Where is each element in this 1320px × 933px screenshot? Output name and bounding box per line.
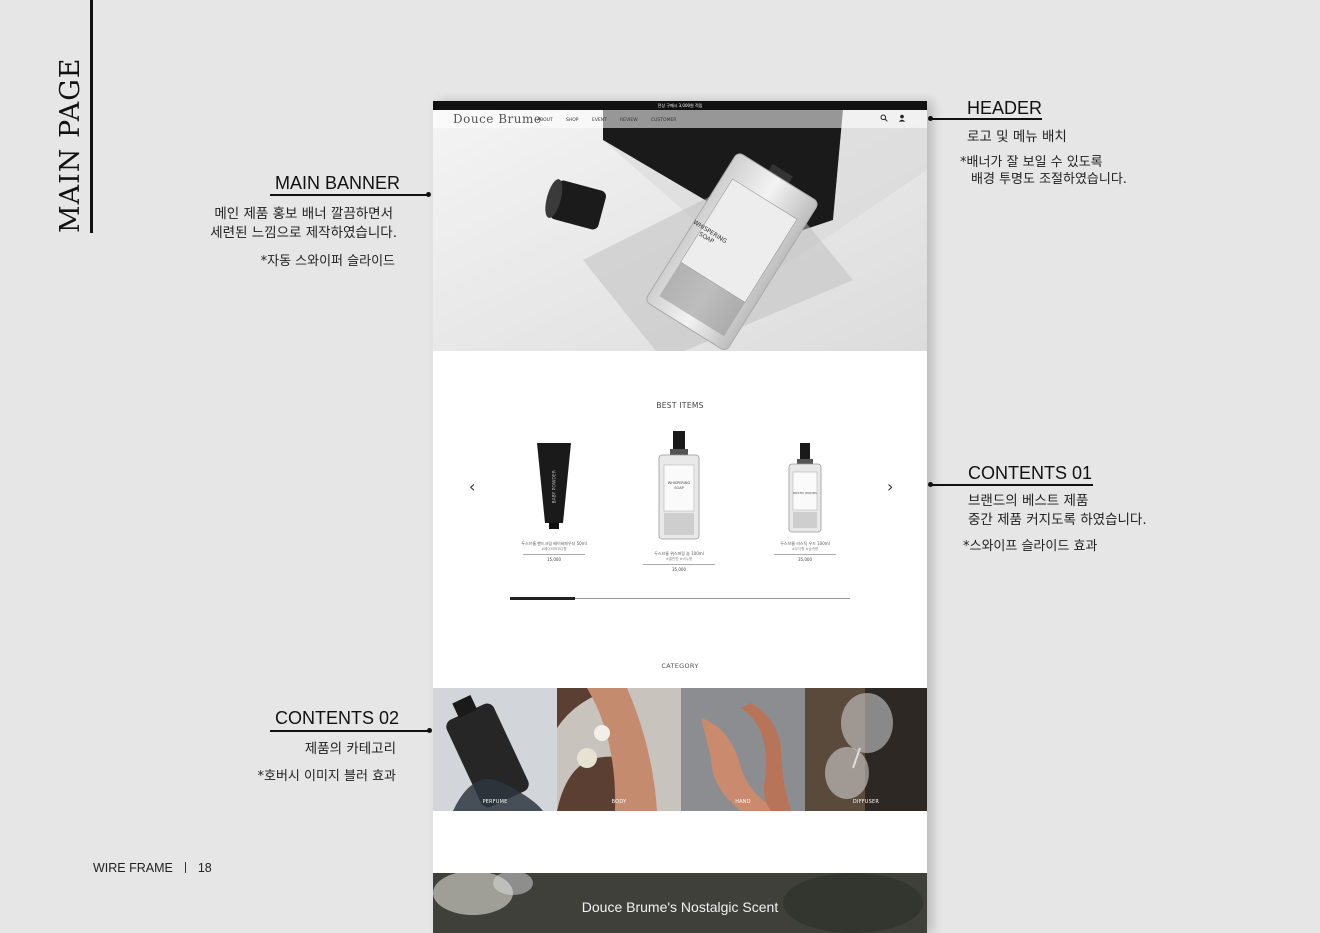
scent-title: Douce Brume's Nostalgic Scent — [581, 899, 779, 915]
annotation-contents-01-line — [930, 484, 1093, 486]
user-icon[interactable] — [898, 114, 906, 122]
annotation-contents-02-title: CONTENTS 02 — [275, 708, 400, 728]
footer: WIRE FRAME 18 — [93, 861, 212, 875]
nostalgic-scent-section: Douce Brume's Nostalgic Scent — [433, 873, 927, 933]
bottle-label: RUSTIC WOODS — [793, 491, 817, 495]
annotation-main-banner-line-2: 세련된 느낌으로 제작하였습니다. — [210, 225, 397, 241]
category-image-diffuser — [805, 688, 927, 811]
title-rule — [90, 0, 93, 233]
annotation-contents-02-line-1: 제품의 카테고리 — [304, 741, 396, 757]
category-title: CATEGORY — [661, 662, 699, 670]
banner-image — [433, 110, 927, 351]
top-notice-text: 전상 구매시 3,000원 적립 — [657, 103, 703, 108]
annotation-header-note-2: 배경 투명도 조절하였습니다. — [971, 172, 1127, 187]
page-title-text: MAIN PAGE — [55, 57, 86, 233]
product-divider — [523, 554, 585, 555]
slider-progress-fill — [510, 597, 575, 600]
page-title: MAIN PAGE — [55, 57, 86, 233]
annotation-main-banner-line — [270, 194, 428, 196]
category-tile-hand[interactable]: HAND — [681, 688, 805, 811]
prev-arrow-icon[interactable]: ‹ — [469, 479, 475, 495]
header-nav: Douce Brume ABOUT SHOP EVENT REVIEW CUST… — [433, 110, 927, 128]
product-card[interactable]: BABY POWDER 두스브룸 핸드크림 베이비파우더 50ml #베이비파우… — [509, 437, 599, 562]
nav-item-about[interactable]: ABOUT — [537, 118, 553, 123]
annotation-contents-01-title: CONTENTS 01 — [968, 463, 1093, 483]
product-card[interactable]: WHISPERING SOAP 두스브룸 위스퍼링 솝 100ml #클린한 #… — [633, 429, 725, 572]
annotation-header-title: HEADER — [967, 98, 1043, 118]
search-icon[interactable] — [880, 114, 888, 122]
category-label: BODY — [611, 799, 627, 805]
product-image-bottle — [788, 443, 822, 533]
category-label: HAND — [735, 799, 751, 805]
annotation-contents-02-line — [270, 730, 430, 732]
nav-item-review[interactable]: REVIEW — [620, 118, 638, 123]
nav-item-customer[interactable]: CUSTOMER — [651, 118, 676, 123]
annotation-main-banner-dot — [426, 192, 431, 197]
annotation-header-note-1: *배너가 잘 보일 수 있도록 — [960, 155, 1103, 170]
tube-label: BABY POWDER — [552, 470, 558, 504]
category-tile-diffuser[interactable]: DIFFUSER — [805, 688, 927, 811]
nav-item-shop[interactable]: SHOP — [566, 118, 579, 123]
product-card[interactable]: RUSTIC WOODS 두스브룸 러스틱 우즈 100ml #우디향 #숲속향… — [760, 441, 850, 562]
bottle-label: WHISPERING SOAP — [667, 481, 691, 490]
category-tile-perfume[interactable]: PERFUME — [433, 688, 557, 811]
product-tag: #클린한 #비누향 — [665, 557, 693, 561]
annotation-main-banner-title: MAIN BANNER — [275, 173, 401, 193]
product-divider — [643, 564, 715, 565]
next-arrow-icon[interactable]: › — [887, 479, 893, 495]
product-tag: #베이비파우더향 — [541, 547, 567, 551]
product-price: 35,000 — [798, 556, 812, 562]
annotation-contents-01-note: *스와이프 슬라이드 효과 — [963, 539, 1098, 554]
category-label: PERFUME — [482, 799, 508, 805]
category-image-perfume — [433, 688, 557, 811]
product-price: 35,000 — [672, 566, 686, 572]
category-tile-body[interactable]: BODY — [557, 688, 681, 811]
annotation-main-banner-note: *자동 스와이퍼 슬라이드 — [260, 254, 395, 269]
main-banner[interactable]: WHISPERING SOAP — [433, 110, 927, 351]
category-image-hand — [681, 688, 805, 811]
website-mockup: 전상 구매시 3,000원 적립 WHISPERING SOAP Douce B… — [433, 101, 927, 933]
footer-label: WIRE FRAME — [93, 861, 173, 875]
top-notice-bar: 전상 구매시 3,000원 적립 — [433, 101, 927, 110]
annotation-main-banner-line-1: 메인 제품 홍보 배너 깔끔하면서 — [214, 206, 393, 222]
best-items-title: BEST ITEMS — [656, 401, 704, 410]
brand-logo[interactable]: Douce Brume — [453, 112, 541, 126]
category-image-body — [557, 688, 681, 811]
annotation-contents-02-dot — [427, 728, 432, 733]
annotation-header-line-1: 로고 및 메뉴 배치 — [967, 129, 1067, 145]
annotation-contents-01-line-2: 중간 제품 커지도록 하였습니다. — [968, 512, 1147, 528]
footer-separator — [184, 862, 186, 873]
annotation-contents-02-note: *호버시 이미지 블러 효과 — [257, 769, 397, 784]
footer-page-number: 18 — [197, 861, 212, 875]
product-divider — [774, 554, 836, 555]
annotation-contents-01-line-1: 브랜드의 베스트 제품 — [968, 493, 1089, 509]
nav-item-event[interactable]: EVENT — [592, 118, 607, 123]
product-price: 15,000 — [547, 556, 561, 562]
category-label: DIFFUSER — [852, 799, 880, 805]
product-tag: #우디향 #숲속향 — [791, 547, 819, 551]
